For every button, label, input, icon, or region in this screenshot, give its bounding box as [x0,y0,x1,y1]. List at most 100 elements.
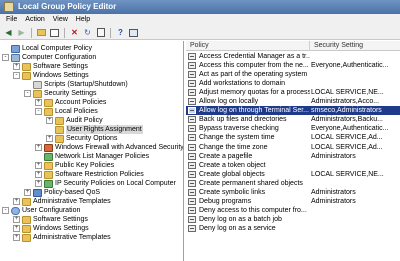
expand-icon[interactable]: + [35,171,42,178]
security-setting: Administrators,Acco... [311,98,380,106]
toolbar-separator [31,27,32,38]
menu-file[interactable]: File [2,14,21,26]
tree-item-software-restriction[interactable]: + Software Restriction Policies [35,170,144,179]
tree-item-user-admin-templates[interactable]: + Administrative Templates [13,233,111,242]
collapse-icon[interactable]: - [2,207,9,214]
tree-item-network-list-manager[interactable]: Network List Manager Policies [35,152,149,161]
menu-action[interactable]: Action [21,14,48,26]
policy-row[interactable]: Bypass traverse checking Everyone,Authent… [186,124,400,133]
policy-row[interactable]: Access this computer from the ne... Every… [186,61,400,70]
collapse-icon[interactable]: - [35,108,42,115]
policy-row[interactable]: Adjust memory quotas for a process LOCAL … [186,88,400,97]
properties-icon[interactable] [128,27,139,38]
up-folder-icon[interactable] [36,27,47,38]
tree-item-label: User Configuration [22,207,81,214]
tree-item-security-options[interactable]: + Security Options [46,134,117,143]
expand-icon[interactable]: + [13,198,20,205]
refresh-icon[interactable]: ↻ [82,27,93,38]
policy-row[interactable]: Allow log on through Terminal Ser... smse… [186,106,400,116]
expand-icon[interactable]: + [13,216,20,223]
policy-row[interactable]: Allow log on locally Administrators,Acco.… [186,97,400,106]
expand-icon[interactable]: + [24,189,31,196]
help-icon[interactable]: ? [115,27,126,38]
expand-icon[interactable]: + [13,225,20,232]
tree-item-label: User Rights Assignment [66,125,143,134]
policy-name: Debug programs [199,197,252,205]
collapse-icon[interactable]: - [24,90,31,97]
delete-icon[interactable]: ✕ [69,27,80,38]
expand-icon[interactable]: + [46,117,53,124]
folder-icon [22,215,31,224]
expand-icon[interactable]: + [13,234,20,241]
tree-item-audit-policy[interactable]: + Audit Policy [46,116,103,125]
policy-name: Add workstations to domain [199,80,285,88]
tree-item-ip-security[interactable]: + IP Security Policies on Local Computer [35,179,176,188]
column-security-setting[interactable]: Security Setting [310,41,400,51]
policy-row[interactable]: Create permanent shared objects [186,179,400,188]
tree-item-local-policies[interactable]: - Local Policies [35,107,98,116]
tree-item-policy-based-qos[interactable]: + Policy-based QoS [24,188,100,197]
tree-item-security-settings[interactable]: - Security Settings [24,89,97,98]
tree-item-user-configuration[interactable]: - User Configuration [2,206,80,215]
policy-row[interactable]: Create symbolic links Administrators [186,188,400,197]
tree-item-local-computer-policy[interactable]: Local Computer Policy [2,44,92,53]
expand-icon[interactable]: + [13,63,20,70]
policy-name: Allow log on through Terminal Ser... [199,107,309,115]
policy-row[interactable]: Create global objects LOCAL SERVICE,NE... [186,170,400,179]
tree-item-computer-configuration[interactable]: - Computer Configuration [2,53,96,62]
tree-item-label: Software Settings [33,63,88,70]
policy-row[interactable]: Debug programs Administrators [186,197,400,206]
policy-setting-icon [188,116,196,124]
expand-icon[interactable]: + [35,180,42,187]
tree-item-label: Software Settings [33,216,88,223]
policy-setting-icon [188,224,196,232]
policy-row[interactable]: Deny access to this computer fro... [186,206,400,215]
policy-setting-icon [188,98,196,106]
policy-name: Create a pagefile [199,152,253,160]
menu-view[interactable]: View [49,14,72,26]
forward-icon[interactable]: ▶ [16,27,27,38]
policy-row[interactable]: Create a token object [186,161,400,170]
tree-item-user-software-settings[interactable]: + Software Settings [13,215,88,224]
tree-item-admin-templates[interactable]: + Administrative Templates [13,197,111,206]
back-icon[interactable]: ◀ [3,27,14,38]
tree-item-windows-firewall[interactable]: + Windows Firewall with Advanced Securit… [35,143,183,152]
expand-icon[interactable]: + [35,99,42,106]
policy-row[interactable]: Deny log on as a service [186,224,400,233]
policy-setting-icon [188,53,196,60]
policy-row[interactable]: Access Credential Manager as a tr... [186,52,400,61]
show-hide-tree-icon[interactable] [49,27,60,38]
column-policy[interactable]: Policy [186,41,310,51]
tree-item-software-settings[interactable]: + Software Settings [13,62,88,71]
menu-help[interactable]: Help [72,14,94,26]
tree-item-user-rights-assignment[interactable]: User Rights Assignment [46,125,143,134]
tree-item-label: Scripts (Startup/Shutdown) [44,81,128,88]
policy-setting-icon [188,215,196,223]
policy-list-pane: Policy Security Setting Access Credentia… [186,41,400,261]
policy-setting-icon [188,152,196,160]
expand-icon[interactable]: + [46,135,53,142]
tree-item-account-policies[interactable]: + Account Policies [35,98,106,107]
policy-row[interactable]: Add workstations to domain [186,79,400,88]
tree-item-label: Policy-based QoS [44,189,101,196]
tree-item-user-windows-settings[interactable]: + Windows Settings [13,224,89,233]
toolbar-separator [64,27,65,38]
folder-icon [55,125,64,134]
policy-row[interactable]: Change the time zone LOCAL SERVICE,Ad... [186,143,400,152]
policy-row[interactable]: Act as part of the operating system [186,70,400,79]
tree-item-public-key-policies[interactable]: + Public Key Policies [35,161,114,170]
policy-setting-icon [188,197,196,205]
policy-row[interactable]: Create a pagefile Administrators [186,152,400,161]
policy-row[interactable]: Back up files and directories Administrat… [186,115,400,124]
policy-row[interactable]: Change the system time LOCAL SERVICE,Ad..… [186,133,400,142]
export-icon[interactable] [95,27,106,38]
tree-item-label: Local Policies [55,108,98,115]
collapse-icon[interactable]: - [13,72,20,79]
tree-item-windows-settings[interactable]: - Windows Settings [13,71,89,80]
security-setting: Everyone,Authenticatic... [311,62,389,70]
policy-row[interactable]: Deny log on as a batch job [186,215,400,224]
expand-icon[interactable]: + [35,162,42,169]
tree-item-scripts[interactable]: Scripts (Startup/Shutdown) [24,80,128,89]
expand-icon[interactable]: + [35,144,42,151]
collapse-icon[interactable]: - [2,54,9,61]
